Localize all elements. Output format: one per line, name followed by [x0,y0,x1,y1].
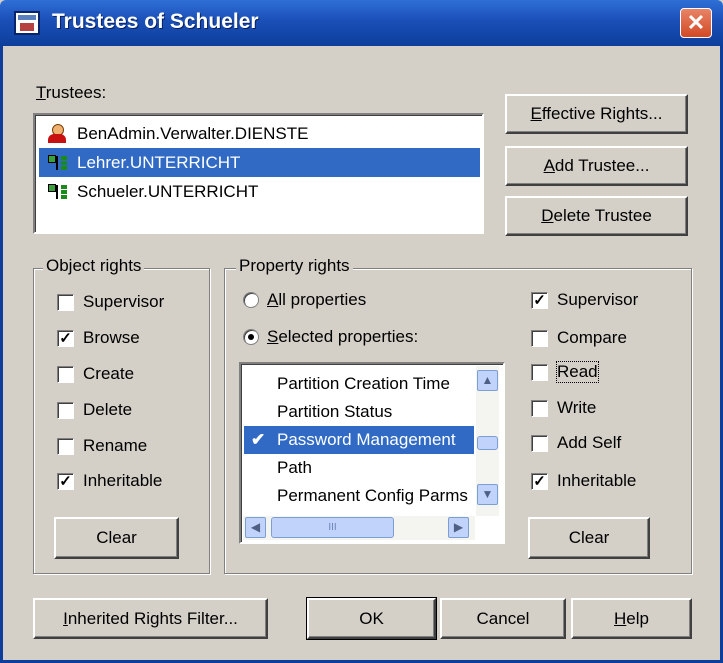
property-read-checkbox[interactable]: Read [531,360,599,384]
checkbox-box [57,293,74,311]
object-rights-title: Object rights [43,256,145,276]
object-browse-checkbox[interactable]: ✓ Browse [57,326,140,350]
object-create-checkbox[interactable]: Create [57,362,134,386]
property-item[interactable]: Partition Creation Time [244,370,474,398]
checkbox-label: Write [557,398,597,417]
object-supervisor-checkbox[interactable]: Supervisor [57,290,164,314]
checkbox-label: Read [556,361,599,383]
checkbox-box [531,399,548,417]
properties-list[interactable]: Partition Creation Time Partition Status… [239,362,505,544]
scroll-down-icon[interactable]: ▼ [477,484,498,505]
checkbox-label: Compare [557,328,627,347]
property-label: Password Management [277,430,456,449]
close-icon: ✕ [686,10,706,35]
checkbox-box [57,437,74,455]
all-properties-radio[interactable]: All properties [243,288,366,312]
delete-trustee-button[interactable]: Delete Trustee [505,196,688,236]
property-label: Path [277,458,312,477]
checkbox-label: Supervisor [83,292,165,311]
property-add-self-checkbox[interactable]: Add Self [531,431,621,455]
object-rights-clear-button[interactable]: Clear [54,517,179,559]
trustee-name: Schueler.UNTERRICHT [77,182,259,201]
property-label: Partition Creation Time [277,374,450,393]
radio-circle [243,292,259,308]
checkbox-label: Rename [83,436,148,455]
property-label: Partition Status [277,402,393,421]
checkbox-label: Inheritable [557,471,637,490]
checkbox-box [57,365,74,383]
check-icon: ✔ [251,430,266,449]
trustee-item[interactable]: BenAdmin.Verwalter.DIENSTE [39,119,480,148]
property-item[interactable]: Permanent Config Parms [244,482,474,510]
object-rename-checkbox[interactable]: Rename [57,434,147,458]
property-compare-checkbox[interactable]: Compare [531,326,627,350]
object-inheritable-checkbox[interactable]: ✓ Inheritable [57,469,162,493]
radio-label: Selected properties: [267,327,419,346]
property-rights-clear-button[interactable]: Clear [528,517,650,559]
user-icon [47,124,67,144]
scroll-right-icon[interactable]: ▶ [448,517,469,538]
radio-label: All properties [267,290,367,309]
vertical-scrollbar[interactable]: ▲ ▼ [476,366,499,516]
trustee-name: BenAdmin.Verwalter.DIENSTE [77,124,309,143]
checkbox-label: Supervisor [557,290,639,309]
checkbox-label: Browse [83,328,140,347]
trustees-label: Trustees: [36,83,107,102]
checkbox-label: Create [83,364,135,383]
cancel-button[interactable]: Cancel [440,598,566,639]
checkbox-box: ✓ [57,329,74,347]
checkbox-label: Inheritable [83,471,163,490]
property-item[interactable]: ✔ Password Management [244,426,474,454]
trustee-item[interactable]: Schueler.UNTERRICHT [39,177,480,206]
horizontal-scrollbar[interactable]: ◀ III ▶ [243,516,475,540]
checkbox-label: Add Self [557,433,622,452]
trustees-list[interactable]: BenAdmin.Verwalter.DIENSTE Lehrer.UNTERR… [33,113,484,234]
property-label: Permanent Config Parms [277,486,468,505]
checkbox-box [531,363,548,381]
property-write-checkbox[interactable]: Write [531,396,596,420]
checkbox-box: ✓ [531,291,548,309]
close-button[interactable]: ✕ [680,8,712,38]
scroll-left-icon[interactable]: ◀ [245,517,266,538]
checkbox-box: ✓ [531,472,548,490]
property-inheritable-checkbox[interactable]: ✓ Inheritable [531,469,636,493]
app-icon [14,11,40,35]
selected-properties-radio[interactable]: Selected properties: [243,325,418,349]
property-rights-title: Property rights [236,256,353,276]
property-supervisor-checkbox[interactable]: ✓ Supervisor [531,288,638,312]
add-trustee-button[interactable]: Add Trustee... [505,146,688,186]
checkbox-box [531,434,548,452]
trustee-name: Lehrer.UNTERRICHT [77,153,241,172]
organizational-unit-icon [47,153,67,173]
horizontal-scroll-thumb[interactable]: III [271,517,394,538]
trustee-item[interactable]: Lehrer.UNTERRICHT [39,148,480,177]
radio-circle [243,329,259,345]
checkbox-box [531,329,548,347]
checkbox-box [57,401,74,419]
scroll-up-icon[interactable]: ▲ [477,370,498,391]
checkbox-box: ✓ [57,472,74,490]
ok-button[interactable]: OK [306,597,437,640]
property-item[interactable]: Partition Status [244,398,474,426]
property-item[interactable]: Path [244,454,474,482]
inherited-rights-filter-button[interactable]: Inherited Rights Filter... [33,598,268,639]
checkbox-label: Delete [83,400,133,419]
effective-rights-button[interactable]: Effective Rights... [505,94,688,134]
help-button[interactable]: Help [571,598,692,639]
vertical-scroll-thumb[interactable] [477,436,498,450]
organizational-unit-icon [47,182,67,202]
window-title: Trustees of Schueler [52,10,259,33]
object-delete-checkbox[interactable]: Delete [57,398,132,422]
